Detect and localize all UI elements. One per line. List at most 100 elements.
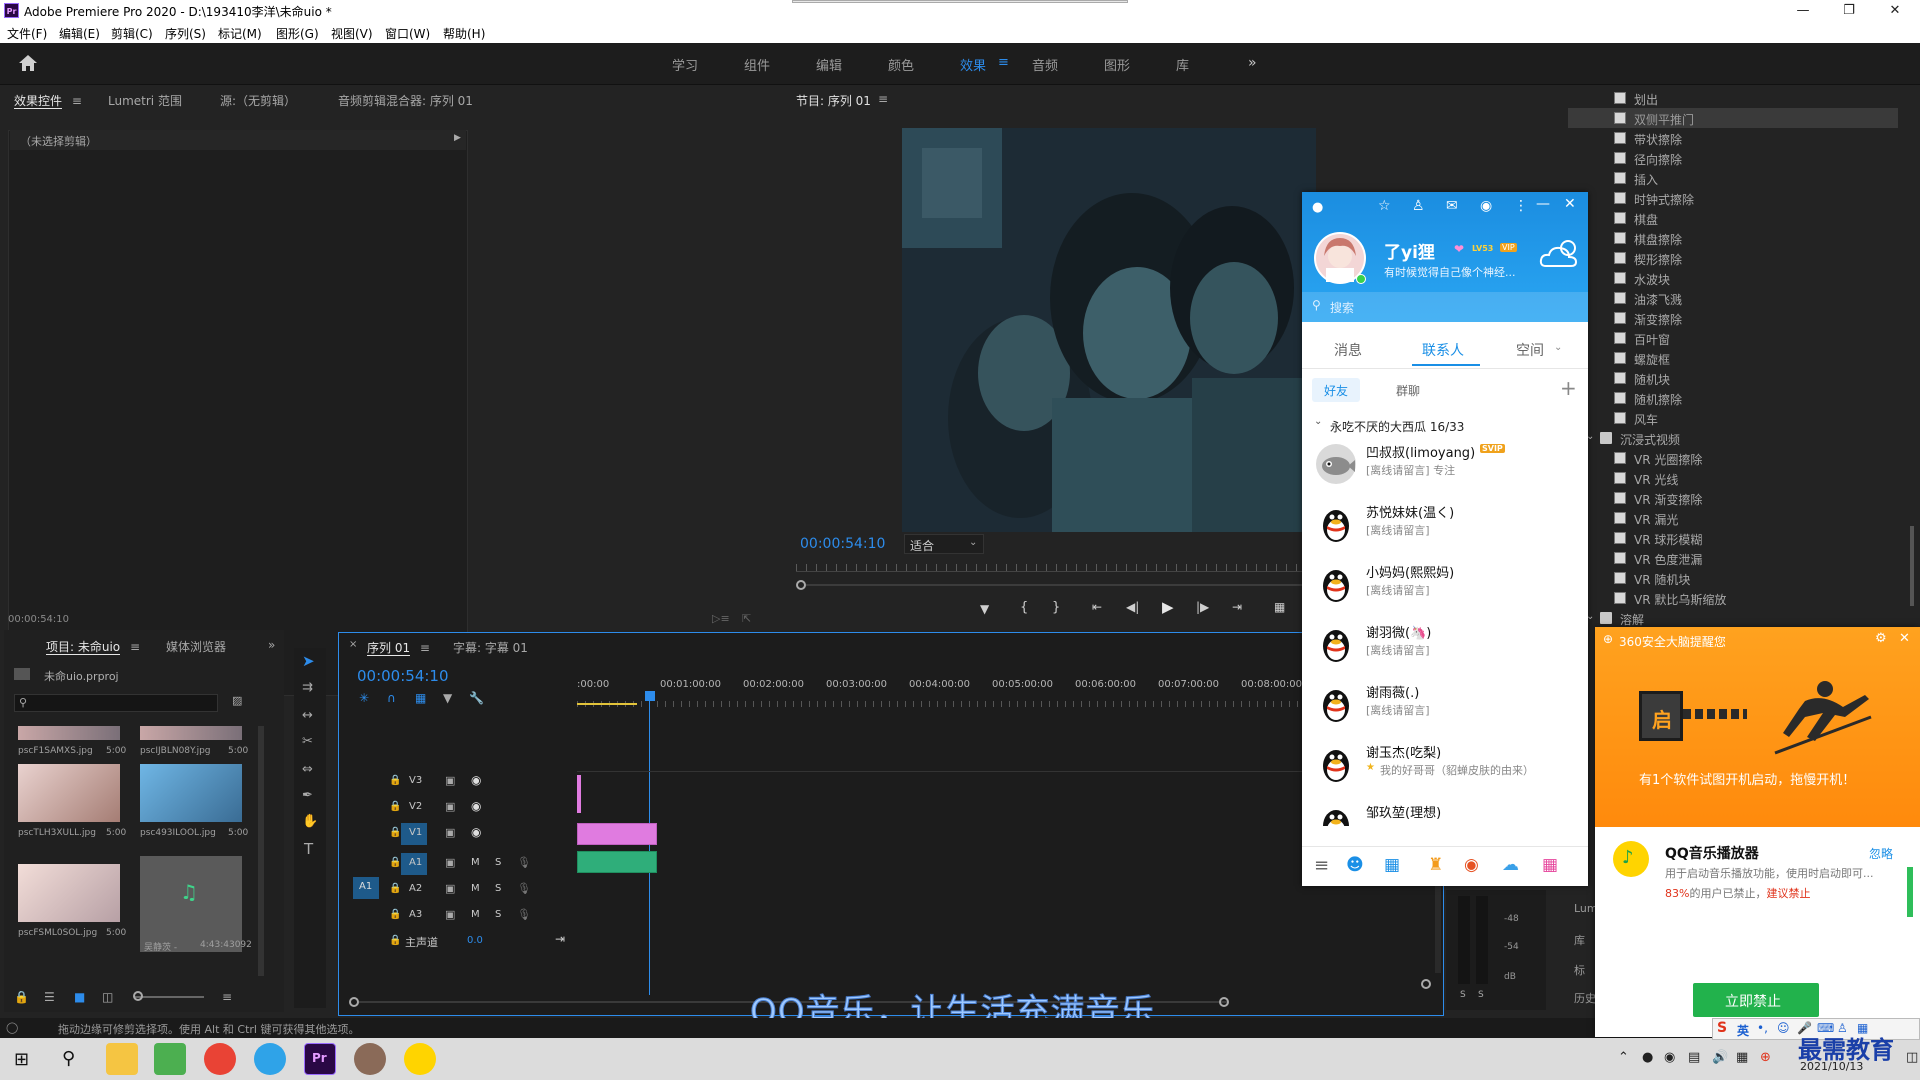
workspace-assembly[interactable]: 组件 <box>744 55 770 74</box>
menu-help[interactable]: 帮助(H) <box>443 25 485 42</box>
timeline-timecode[interactable]: 00:00:54:10 <box>357 667 449 685</box>
go-to-in-icon[interactable]: ⇤ <box>1092 600 1102 614</box>
effect-item[interactable]: 百叶窗 <box>1568 328 1898 348</box>
microphone-icon[interactable]: 🎙 <box>517 856 531 869</box>
weather-cloud-icon[interactable] <box>1538 236 1584 275</box>
slip-tool-icon[interactable]: ⇔ <box>302 762 313 777</box>
effect-item[interactable]: 划出 <box>1568 88 1898 108</box>
qq-add-contact-icon[interactable]: ☻ <box>1346 855 1364 875</box>
effect-item[interactable]: VR 渐变擦除 <box>1568 488 1898 508</box>
notifications-icon[interactable]: ◫ <box>1906 1050 1918 1065</box>
qq-tab-contacts[interactable]: 联系人 <box>1422 340 1464 360</box>
track-sync-icon[interactable]: ▣ <box>445 800 455 813</box>
track-lock-icon[interactable]: 🔒 <box>389 775 401 786</box>
timeline-zoom-left[interactable] <box>349 997 359 1007</box>
mark-out-icon[interactable]: } <box>1052 600 1060 615</box>
solo-button[interactable]: S <box>495 857 501 868</box>
qq-penguin-avatar[interactable] <box>1316 624 1356 664</box>
qq-group-name[interactable]: 永吃不厌的大西瓜 16/33 <box>1330 418 1464 435</box>
more-icon[interactable]: ⋮ <box>1514 198 1528 214</box>
tab-effect-controls[interactable]: 效果控件 ≡ <box>14 92 82 109</box>
track-lock-icon[interactable]: 🔒 <box>389 935 401 946</box>
microphone-icon[interactable]: 🎙 <box>517 908 531 921</box>
clip-a1-audio[interactable] <box>577 851 657 873</box>
effect-item[interactable]: 棋盘擦除 <box>1568 228 1898 248</box>
track-lock-icon[interactable]: 🔒 <box>389 909 401 920</box>
ie-browser-icon[interactable] <box>254 1043 286 1075</box>
tray-app-icon[interactable]: ▦ <box>1736 1050 1748 1065</box>
track-sync-icon[interactable]: ▣ <box>445 774 455 787</box>
thumb-size-handle[interactable] <box>133 991 143 1001</box>
clip-v1-images[interactable] <box>577 823 657 845</box>
track-sync-icon[interactable]: ▣ <box>445 826 455 839</box>
workspace-editing[interactable]: 编辑 <box>816 55 842 74</box>
popup-close-icon[interactable]: ✕ <box>1899 631 1910 646</box>
qq-signature[interactable]: 有时候觉得自己像个神经... <box>1384 264 1516 280</box>
audio-thumbnail[interactable]: ♫ <box>140 856 242 952</box>
pen-tool-icon[interactable]: ✒ <box>302 788 313 803</box>
effect-item[interactable]: 渐变擦除 <box>1568 308 1898 328</box>
qq-contact-item[interactable]: 凹叔叔(limoyang) SVIP [离线请留言] 专注 <box>1302 436 1588 496</box>
effect-item[interactable]: 随机擦除 <box>1568 388 1898 408</box>
taskbar-search-icon[interactable]: ⚲ <box>62 1048 75 1069</box>
master-volume-value[interactable]: 0.0 <box>467 935 483 946</box>
eye-icon[interactable]: ◉ <box>471 773 481 787</box>
file-explorer-icon[interactable] <box>106 1043 138 1075</box>
linked-selection-icon[interactable]: ▦ <box>415 691 426 705</box>
qq-music-taskbar-icon[interactable] <box>404 1043 436 1075</box>
effect-folder-dissolve[interactable]: ⌄ 溶解 <box>1568 608 1898 626</box>
effect-item[interactable]: 水波块 <box>1568 268 1898 288</box>
effect-item[interactable]: VR 球形模糊 <box>1568 528 1898 548</box>
home-icon[interactable] <box>18 54 38 72</box>
qq-penguin-avatar[interactable] <box>1316 804 1356 826</box>
group-expand-icon[interactable]: ⌄ <box>1314 416 1322 427</box>
step-forward-icon[interactable]: |▶ <box>1196 600 1209 614</box>
star-icon[interactable]: ☆ <box>1378 198 1391 214</box>
track-lock-icon[interactable]: 🔒 <box>389 883 401 894</box>
ime-emoji-icon[interactable]: ☺ <box>1777 1021 1790 1035</box>
sogou-s-icon[interactable]: S <box>1717 1020 1727 1036</box>
timeline-zoom-right[interactable] <box>1219 997 1229 1007</box>
menu-clip[interactable]: 剪辑(C) <box>111 25 153 42</box>
qq-tab-messages[interactable]: 消息 <box>1334 340 1362 360</box>
step-back-icon[interactable]: ◀| <box>1126 600 1139 614</box>
disable-now-button[interactable]: 立即禁止 <box>1693 983 1819 1017</box>
qq-search-input[interactable]: ⚲ 搜索 <box>1302 292 1588 322</box>
razor-tool-icon[interactable]: ✂ <box>302 734 313 749</box>
zoom-handle[interactable] <box>796 580 806 590</box>
qq-nickname[interactable]: 了yi狸 <box>1384 238 1435 263</box>
qq-contact-item[interactable]: 苏悦妹妹(温く) [离线请留言] <box>1302 496 1588 556</box>
close-icon[interactable]: ✕ <box>1872 0 1918 22</box>
work-area-bar[interactable] <box>577 703 637 705</box>
nest-icon[interactable]: ✳ <box>359 691 369 705</box>
solo-button[interactable]: S <box>495 883 501 894</box>
mute-button[interactable]: M <box>471 883 480 894</box>
qq-contact-item[interactable]: 邹玖堃(理想) <box>1302 796 1588 826</box>
new-bin-icon[interactable]: ▨ <box>232 694 242 707</box>
qq-penguin-avatar[interactable] <box>1316 504 1356 544</box>
qq-main-menu-icon[interactable]: ≡ <box>1314 855 1329 876</box>
icon-view-icon[interactable]: ■ <box>74 990 85 1004</box>
qq-contact-item[interactable]: 谢雨薇(.) [离线请留言] <box>1302 676 1588 736</box>
qq-penguin-avatar[interactable] <box>1316 684 1356 724</box>
contact-avatar-fish[interactable] <box>1316 444 1356 484</box>
tab-captions[interactable]: 字幕: 字幕 01 <box>453 639 528 656</box>
workspace-graphics[interactable]: 图形 <box>1104 55 1130 74</box>
shirt-icon[interactable]: ♙ <box>1412 198 1425 214</box>
type-tool-icon[interactable]: T <box>304 840 313 858</box>
effect-folder-immersive[interactable]: ⌄ 沉浸式视频 <box>1568 428 1898 448</box>
ime-punct-icon[interactable]: •, <box>1757 1021 1768 1035</box>
track-sync-icon[interactable]: ▣ <box>445 882 455 895</box>
meter-solo-right[interactable]: S <box>1478 990 1484 1000</box>
menu-file[interactable]: 文件(F) <box>7 25 47 42</box>
media-thumbnail[interactable] <box>18 864 120 922</box>
media-thumbnail[interactable] <box>18 764 120 822</box>
effect-item[interactable]: 棋盘 <box>1568 208 1898 228</box>
tray-360-icon[interactable]: ⊕ <box>1760 1050 1771 1065</box>
track-sync-icon[interactable]: ▣ <box>445 908 455 921</box>
go-to-end-icon[interactable]: ⇥ <box>555 932 565 946</box>
qq-game-icon[interactable]: ♜ <box>1428 855 1443 875</box>
effect-item[interactable]: VR 漏光 <box>1568 508 1898 528</box>
menu-sequence[interactable]: 序列(S) <box>165 25 206 42</box>
qq-subtab-groups[interactable]: 群聊 <box>1396 382 1420 399</box>
